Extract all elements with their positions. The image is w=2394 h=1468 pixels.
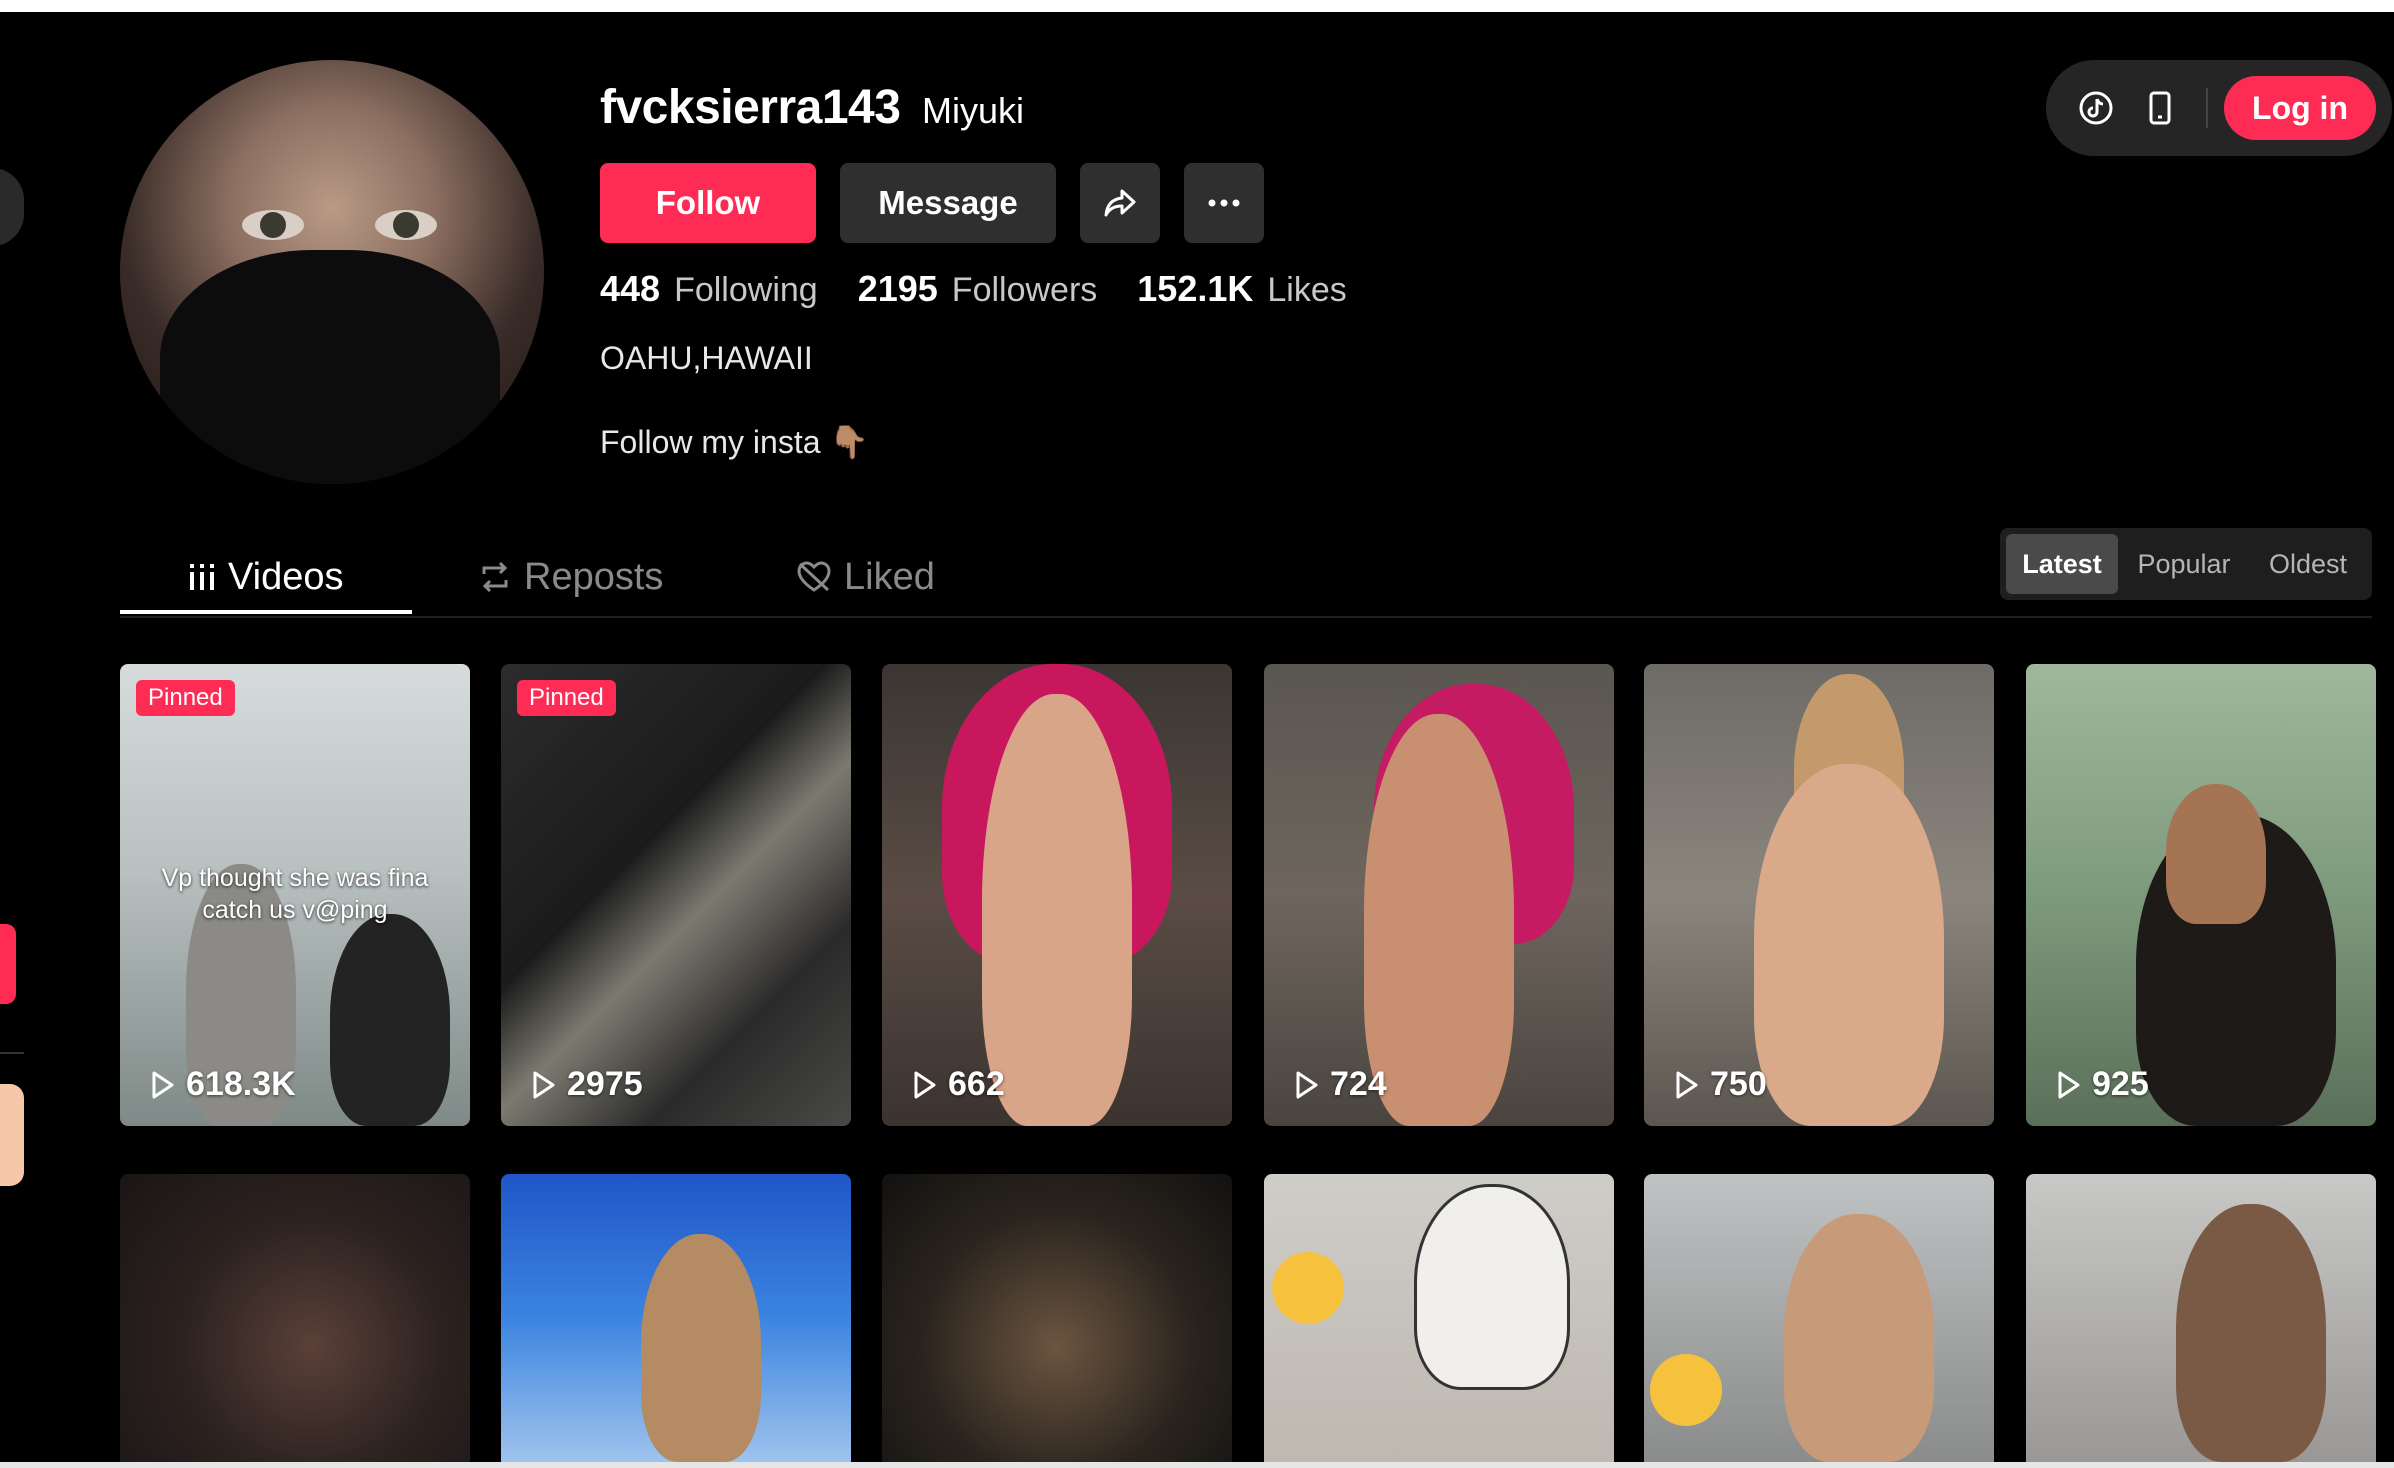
smiling-hug-emoji-icon: [1650, 1354, 1722, 1426]
active-tab-indicator: [120, 610, 412, 614]
video-thumbnail-figure: [2176, 1204, 2326, 1462]
sort-toggle: Latest Popular Oldest: [2000, 528, 2372, 600]
video-card[interactable]: [1644, 1174, 1994, 1462]
follow-button[interactable]: Follow: [600, 163, 816, 243]
avatar-face-mask: [160, 250, 500, 484]
sidebar-edge-accent[interactable]: [0, 924, 16, 1004]
profile-avatar: [120, 60, 544, 484]
profile-location: OAHU,HAWAII: [600, 340, 813, 376]
window-top-edge: [0, 0, 2394, 12]
stat-value: 152.1K: [1137, 268, 1254, 309]
mobile-phone-icon[interactable]: [2140, 88, 2180, 128]
view-count: 662: [912, 1065, 1005, 1104]
view-count: 750: [1674, 1065, 1767, 1104]
pinned-badge: Pinned: [517, 680, 616, 716]
login-button[interactable]: Log in: [2224, 76, 2376, 140]
video-card[interactable]: [2026, 1174, 2376, 1462]
stat-label: Followers: [951, 271, 1098, 309]
sort-oldest[interactable]: Oldest: [2250, 534, 2366, 594]
view-count: 724: [1294, 1065, 1387, 1104]
profile-username: fvcksierra143: [600, 81, 901, 134]
pleading-emoji-icon: [1272, 1252, 1344, 1324]
tab-label: Videos: [228, 555, 344, 598]
profile-bio: Follow my insta 👇🏽: [600, 424, 870, 460]
video-caption: Vp thought she was fina catch us v@ping: [161, 864, 429, 924]
video-card[interactable]: 750: [1644, 664, 1994, 1126]
stat-value: 2195: [857, 268, 938, 309]
profile-stats: 448 Following 2195 Followers 152.1K Like…: [600, 268, 1387, 310]
view-count: 618.3K: [150, 1065, 296, 1104]
video-thumbnail-figure: [641, 1234, 761, 1462]
hidden-heart-icon: [797, 561, 831, 592]
view-count-value: 750: [1710, 1065, 1767, 1103]
video-card[interactable]: 724: [1264, 664, 1614, 1126]
sidebar-edge-avatar[interactable]: [0, 1084, 24, 1186]
tab-reposts[interactable]: Reposts: [478, 540, 663, 614]
pinned-badge: Pinned: [136, 680, 235, 716]
view-count-value: 618.3K: [186, 1065, 296, 1103]
stat-label: Following: [674, 271, 818, 309]
more-dots-icon: [1208, 199, 1240, 207]
grid-bars-icon: [190, 564, 214, 590]
video-card[interactable]: [120, 1174, 470, 1462]
video-thumbnail-figure: [1784, 1214, 1934, 1462]
message-button[interactable]: Message: [840, 163, 1056, 243]
avatar-eye-left: [242, 210, 304, 240]
view-count-value: 925: [2092, 1065, 2149, 1103]
window-bottom-edge: [0, 1462, 2394, 1468]
header-actions: Log in: [2046, 60, 2392, 156]
repost-icon: [482, 561, 508, 593]
sort-popular[interactable]: Popular: [2124, 534, 2244, 594]
sidebar-edge-button[interactable]: [0, 168, 24, 246]
tab-liked[interactable]: Liked: [796, 540, 935, 614]
avatar-eye-right: [375, 210, 437, 240]
video-card[interactable]: [882, 1174, 1232, 1462]
video-card[interactable]: [1264, 1174, 1614, 1462]
play-icon: [152, 1071, 174, 1098]
play-icon: [2058, 1071, 2080, 1098]
stat-likes: 152.1K Likes: [1137, 268, 1346, 310]
share-icon: [1104, 189, 1136, 217]
video-card[interactable]: Pinned Vp thought she was fina catch us …: [120, 664, 470, 1126]
tab-label: Reposts: [524, 555, 664, 598]
stat-following[interactable]: 448 Following: [600, 268, 818, 310]
view-count: 2975: [531, 1065, 643, 1104]
view-count-value: 662: [948, 1065, 1005, 1103]
video-card[interactable]: 662: [882, 664, 1232, 1126]
tiktok-logo-icon[interactable]: [2076, 88, 2116, 128]
view-count-value: 2975: [567, 1065, 643, 1103]
tab-label: Liked: [844, 555, 935, 598]
more-options-button[interactable]: [1184, 163, 1264, 243]
play-icon: [1676, 1071, 1698, 1098]
video-thumbnail-figure: [1414, 1184, 1570, 1390]
video-card[interactable]: Pinned 2975: [501, 664, 851, 1126]
play-icon: [1296, 1071, 1318, 1098]
sidebar-divider: [0, 1052, 24, 1054]
play-icon: [533, 1071, 555, 1098]
video-card[interactable]: [501, 1174, 851, 1462]
video-thumbnail-figure: [2166, 784, 2266, 924]
video-card[interactable]: 925: [2026, 664, 2376, 1126]
profile-nickname: Miyuki: [922, 90, 1025, 131]
view-count: 925: [2056, 1065, 2149, 1104]
video-thumbnail-figure: [1754, 764, 1944, 1126]
share-button[interactable]: [1080, 163, 1160, 243]
view-count-value: 724: [1330, 1065, 1387, 1103]
video-thumbnail-figure: [330, 914, 450, 1126]
play-icon: [914, 1071, 936, 1098]
header-divider: [2206, 88, 2208, 128]
stat-label: Likes: [1267, 271, 1347, 309]
stat-followers[interactable]: 2195 Followers: [858, 268, 1098, 310]
sort-latest[interactable]: Latest: [2006, 534, 2118, 594]
stat-value: 448: [600, 268, 661, 309]
tab-videos[interactable]: Videos: [188, 540, 344, 614]
video-thumbnail-figure: [982, 694, 1132, 1126]
